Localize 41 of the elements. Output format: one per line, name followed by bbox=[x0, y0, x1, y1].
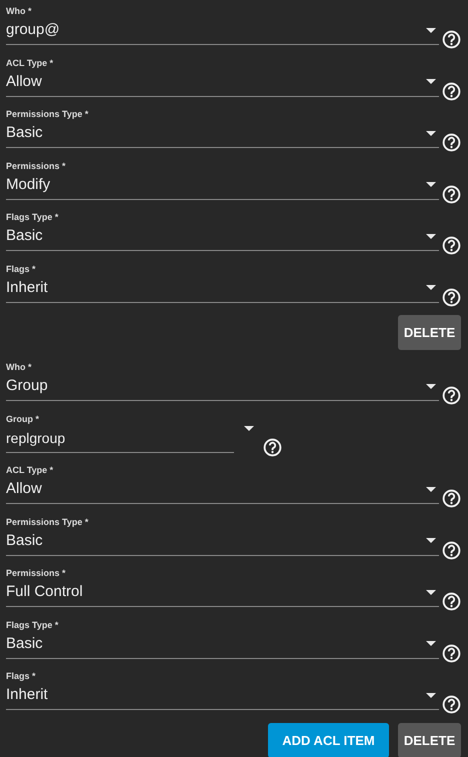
caret-icon bbox=[426, 79, 436, 84]
help-icon[interactable] bbox=[442, 30, 461, 49]
caret-icon bbox=[426, 182, 436, 187]
help-icon[interactable] bbox=[263, 438, 282, 456]
delete-button[interactable]: DELETE bbox=[398, 722, 461, 757]
help-icon[interactable] bbox=[442, 540, 461, 560]
select-field[interactable]: Flags * Inherit bbox=[6, 262, 439, 302]
select-field[interactable]: ACL Type * Allow bbox=[6, 464, 439, 504]
help-icon[interactable] bbox=[442, 592, 461, 611]
caret-icon bbox=[426, 590, 436, 594]
select-field[interactable]: Flags * Inherit bbox=[6, 670, 439, 710]
select-field[interactable]: Flags Type * Basic bbox=[6, 618, 439, 658]
select-field[interactable]: Who * group@ bbox=[6, 5, 439, 45]
delete-button[interactable]: DELETE bbox=[398, 315, 461, 350]
help-icon[interactable] bbox=[442, 288, 461, 306]
help-icon[interactable] bbox=[442, 184, 461, 204]
select-field[interactable]: Permissions Type * Basic bbox=[6, 108, 439, 148]
caret-icon bbox=[426, 538, 436, 543]
select-field[interactable]: Permissions Type * Basic bbox=[6, 516, 439, 556]
select-field[interactable]: ACL Type * Allow bbox=[6, 56, 439, 96]
help-icon[interactable] bbox=[442, 386, 461, 405]
help-icon[interactable] bbox=[442, 644, 461, 662]
select-field[interactable]: Permissions * Modify bbox=[6, 160, 439, 200]
help-icon[interactable] bbox=[442, 489, 461, 508]
select-field[interactable]: Flags Type * Basic bbox=[6, 211, 439, 251]
help-icon[interactable] bbox=[442, 236, 461, 255]
caret-icon bbox=[426, 486, 436, 492]
select-field[interactable]: Who * Group bbox=[6, 361, 439, 401]
caret-icon bbox=[426, 641, 436, 646]
caret-icon bbox=[426, 384, 436, 388]
caret-icon bbox=[426, 28, 436, 32]
caret-icon bbox=[426, 234, 436, 238]
caret-icon bbox=[426, 285, 436, 290]
caret-icon bbox=[426, 130, 436, 136]
help-icon[interactable] bbox=[442, 82, 461, 100]
help-icon[interactable] bbox=[442, 133, 461, 152]
help-icon[interactable] bbox=[442, 695, 461, 714]
caret-icon bbox=[426, 692, 436, 698]
caret-icon[interactable] bbox=[244, 426, 254, 430]
select-field[interactable]: Permissions * Full Control bbox=[6, 567, 439, 607]
input-field[interactable]: Group * replgroup bbox=[6, 412, 234, 452]
